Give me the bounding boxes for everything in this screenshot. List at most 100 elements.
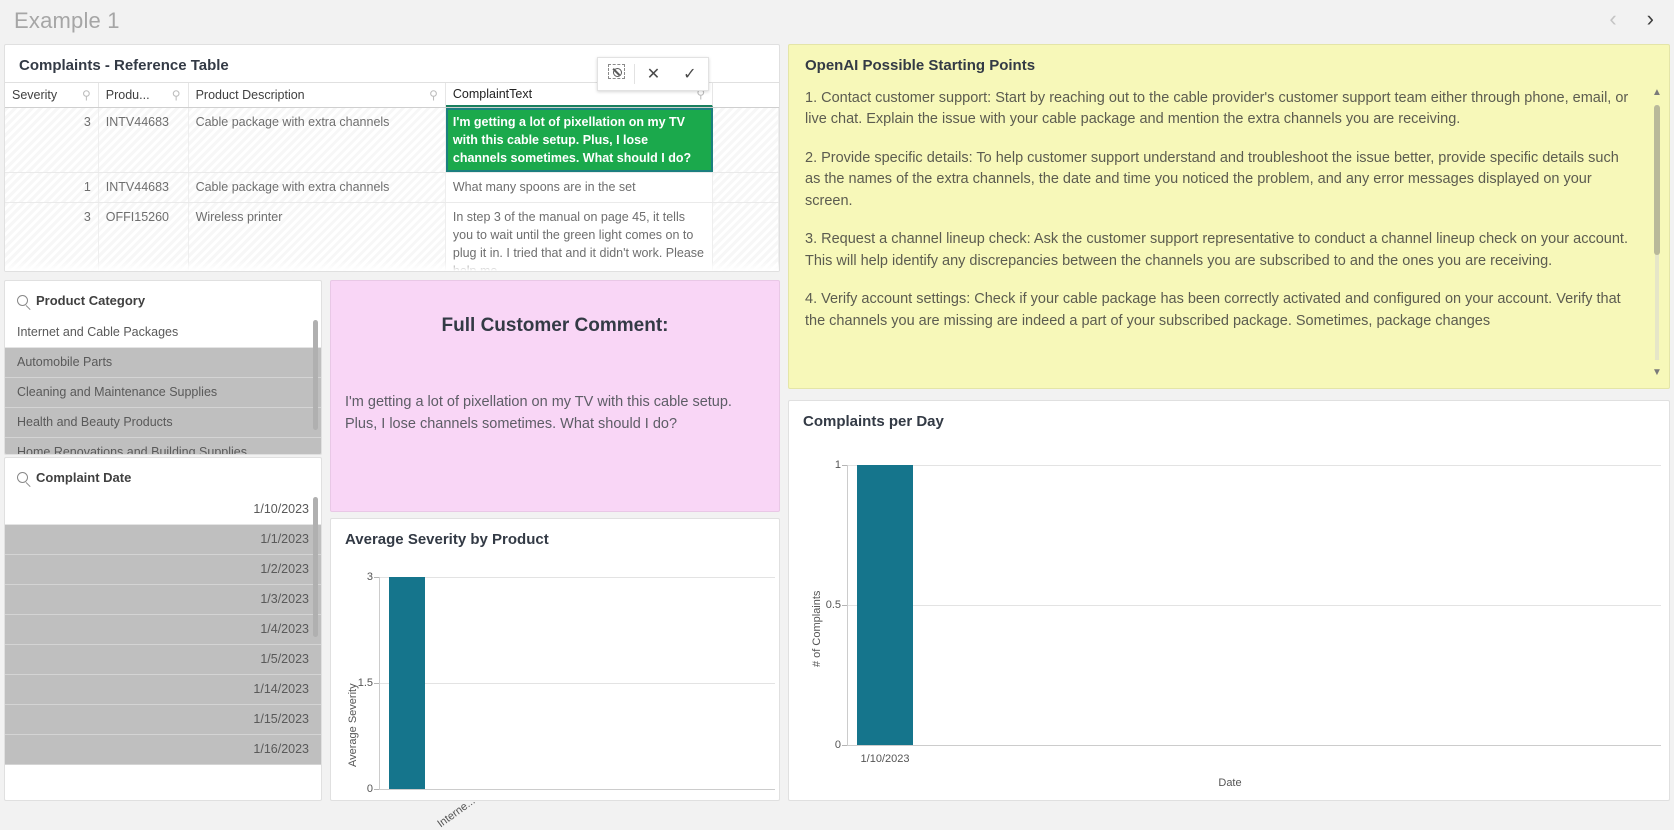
scrollbar-thumb[interactable] xyxy=(313,497,318,637)
list-item[interactable]: Cleaning and Maintenance Supplies xyxy=(5,378,321,408)
gridline xyxy=(379,577,775,578)
cell-product-description[interactable]: Cable package with extra channels xyxy=(188,173,446,202)
column-header-product-description[interactable]: Product Description ⚲ xyxy=(189,83,446,107)
list-item[interactable]: Home Renovations and Building Supplies xyxy=(5,438,321,454)
scrollbar-thumb[interactable] xyxy=(313,320,318,430)
tickmark xyxy=(374,789,379,790)
list-item[interactable]: 1/4/2023 xyxy=(5,615,321,645)
scroll-down-arrow-icon[interactable]: ▼ xyxy=(1651,367,1663,378)
y-tick-label: 1 xyxy=(834,459,841,471)
table-row[interactable]: 1 INTV44683 Cable package with extra cha… xyxy=(5,173,779,203)
cell-complaint-text[interactable]: What many spoons are in the set xyxy=(446,173,714,202)
cell-complaint-text[interactable]: In step 3 of the manual on page 45, it t… xyxy=(446,202,714,271)
column-label: Produ... xyxy=(105,88,150,102)
cell-extra xyxy=(713,173,779,202)
chevron-left-icon[interactable]: ‹ xyxy=(1603,6,1622,32)
plot-area: # of Complaints 0 0.5 1 1/10/2023 Date xyxy=(789,437,1671,802)
cell-product-description[interactable]: Wireless printer xyxy=(188,202,446,271)
tickmark xyxy=(842,745,847,746)
y-axis-line xyxy=(379,577,380,789)
filter-list: Internet and Cable Packages Automobile P… xyxy=(5,318,321,454)
list-item[interactable]: 1/10/2023 xyxy=(5,495,321,525)
tickmark xyxy=(374,577,379,578)
list-item[interactable]: 1/16/2023 xyxy=(5,735,321,765)
y-axis-line xyxy=(847,465,848,745)
column-header-extra xyxy=(713,83,779,107)
scrollbar-thumb[interactable] xyxy=(1654,105,1660,255)
table-body: 3 INTV44683 Cable package with extra cha… xyxy=(5,108,779,271)
list-item[interactable]: Health and Beauty Products xyxy=(5,408,321,438)
filter-title: Complaint Date xyxy=(36,470,132,485)
gridline xyxy=(847,465,1661,466)
cell-severity[interactable]: 3 xyxy=(5,202,99,271)
list-item[interactable]: 1/15/2023 xyxy=(5,705,321,735)
openai-starting-points-pane: OpenAI Possible Starting Points 1. Conta… xyxy=(788,44,1670,389)
chevron-right-icon[interactable]: › xyxy=(1641,6,1660,32)
x-tick-label: Interne... xyxy=(435,795,478,830)
complaints-reference-table: Complaints - Reference Table ✕ ✓ Severit… xyxy=(4,44,780,272)
clear-selection-icon[interactable] xyxy=(598,64,634,84)
list-item[interactable]: Automobile Parts xyxy=(5,348,321,378)
cell-product-description[interactable]: Cable package with extra channels xyxy=(188,108,446,173)
list-item[interactable]: 1/5/2023 xyxy=(5,645,321,675)
search-icon[interactable]: ⚲ xyxy=(429,88,438,102)
column-label: Product Description xyxy=(195,88,305,102)
scroll-up-arrow-icon[interactable]: ▲ xyxy=(1651,87,1663,98)
column-header-severity[interactable]: Severity ⚲ xyxy=(5,83,99,107)
comment-pane-title: Full Customer Comment: xyxy=(441,315,669,336)
chart-title: Average Severity by Product xyxy=(345,531,549,548)
check-icon[interactable]: ✓ xyxy=(672,64,708,84)
cell-product[interactable]: INTV44683 xyxy=(98,173,189,202)
search-icon[interactable]: ⚲ xyxy=(172,88,181,102)
x-axis-line xyxy=(379,789,775,790)
gridline xyxy=(847,605,1661,606)
cell-severity[interactable]: 1 xyxy=(5,173,99,202)
ai-paragraph: 1. Contact customer support: Start by re… xyxy=(805,90,1629,128)
list-item[interactable]: 1/3/2023 xyxy=(5,585,321,615)
app-header: Example 1 ‹ › xyxy=(0,0,1674,42)
page-title: Example 1 xyxy=(14,8,120,33)
y-tick-label: 0 xyxy=(366,783,373,795)
y-tick-label: 0.5 xyxy=(825,599,841,611)
cell-complaint-text[interactable]: I'm getting a lot of pixellation on my T… xyxy=(445,108,714,173)
ai-paragraph: 3. Request a channel lineup check: Ask t… xyxy=(805,231,1628,269)
filter-header[interactable]: Complaint Date xyxy=(5,458,321,495)
ai-paragraph: 4. Verify account settings: Check if you… xyxy=(805,291,1621,329)
filter-list: 1/10/2023 1/1/2023 1/2/2023 1/3/2023 1/4… xyxy=(5,495,321,765)
column-header-product[interactable]: Produ... ⚲ xyxy=(99,83,189,107)
table-row[interactable]: 3 INTV44683 Cable package with extra cha… xyxy=(5,108,779,174)
search-icon[interactable] xyxy=(17,472,28,483)
bar-1-10-2023[interactable] xyxy=(857,465,913,745)
table-row[interactable]: 3 OFFI15260 Wireless printer In step 3 o… xyxy=(5,202,779,271)
comment-pane-text: I'm getting a lot of pixellation on my T… xyxy=(345,394,732,432)
list-item[interactable]: Internet and Cable Packages xyxy=(5,318,321,348)
y-tick-label: 3 xyxy=(366,571,373,583)
gridline xyxy=(379,683,775,684)
cell-product[interactable]: OFFI15260 xyxy=(98,202,189,271)
y-tick-label: 0 xyxy=(834,739,841,751)
list-item[interactable]: 1/14/2023 xyxy=(5,675,321,705)
plot-area: Average Severity 0 1.5 3 Interne... xyxy=(331,555,781,830)
x-axis-title: Date xyxy=(1218,777,1242,789)
filter-header[interactable]: Product Category xyxy=(5,281,321,318)
bar-interne[interactable] xyxy=(389,577,425,789)
column-label: ComplaintText xyxy=(452,87,533,101)
x-tick-label: 1/10/2023 xyxy=(860,753,910,765)
full-customer-comment-pane: Full Customer Comment: I'm getting a lot… xyxy=(330,280,780,512)
cell-product[interactable]: INTV44683 xyxy=(98,108,189,173)
search-icon[interactable] xyxy=(17,295,28,306)
ai-pane-title: OpenAI Possible Starting Points xyxy=(805,57,1036,74)
chart-complaints-per-day: Complaints per Day # of Complaints 0 0.5… xyxy=(788,400,1670,801)
cell-severity[interactable]: 3 xyxy=(5,108,99,173)
column-label: Severity xyxy=(12,88,58,102)
list-item[interactable]: 1/2/2023 xyxy=(5,555,321,585)
search-icon[interactable]: ⚲ xyxy=(82,88,91,102)
x-axis-line xyxy=(847,745,1661,746)
cell-extra xyxy=(713,108,779,173)
list-item[interactable]: 1/1/2023 xyxy=(5,525,321,555)
filter-pane-complaint-date: Complaint Date 1/10/2023 1/1/2023 1/2/20… xyxy=(4,457,322,801)
chart-title: Complaints per Day xyxy=(803,413,944,430)
ai-pane-scrollbar[interactable]: ▲ ▼ xyxy=(1651,87,1663,378)
close-icon[interactable]: ✕ xyxy=(635,64,671,84)
tickmark xyxy=(374,683,379,684)
